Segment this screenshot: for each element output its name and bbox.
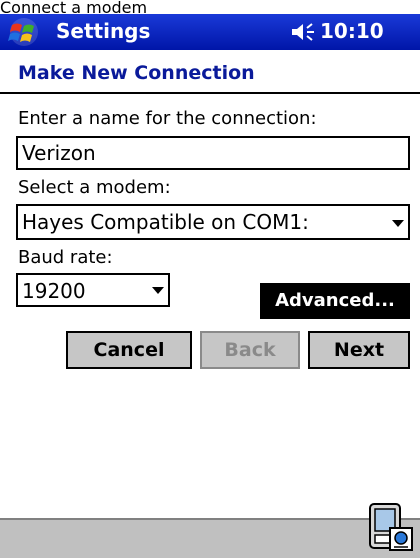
- menu-bar: [0, 518, 420, 558]
- advanced-button[interactable]: Advanced...: [260, 283, 410, 319]
- windows-flag-icon[interactable]: [6, 17, 42, 47]
- back-button: Back: [200, 331, 300, 369]
- connection-name-input[interactable]: [16, 136, 410, 170]
- modem-select-value: Hayes Compatible on COM1:: [22, 210, 309, 234]
- page-title: Make New Connection: [18, 62, 255, 84]
- baud-rate-label: Baud rate:: [18, 247, 113, 268]
- app-title: Settings: [56, 19, 151, 43]
- clock-time[interactable]: 10:10: [320, 19, 384, 43]
- cancel-button[interactable]: Cancel: [66, 331, 192, 369]
- chevron-down-icon[interactable]: [392, 220, 404, 227]
- speaker-icon[interactable]: [290, 21, 316, 43]
- heading-divider: [0, 92, 420, 94]
- next-button[interactable]: Next: [308, 331, 410, 369]
- title-bar: Settings 10:10: [0, 14, 420, 50]
- baud-rate-value: 19200: [22, 279, 86, 303]
- modem-select[interactable]: Hayes Compatible on COM1:: [16, 204, 410, 240]
- chevron-down-icon[interactable]: [152, 287, 164, 294]
- input-panel-icon[interactable]: [366, 498, 416, 556]
- connection-name-label: Enter a name for the connection:: [18, 108, 317, 129]
- modem-label: Select a modem:: [18, 177, 171, 198]
- baud-rate-select[interactable]: 19200: [16, 273, 170, 307]
